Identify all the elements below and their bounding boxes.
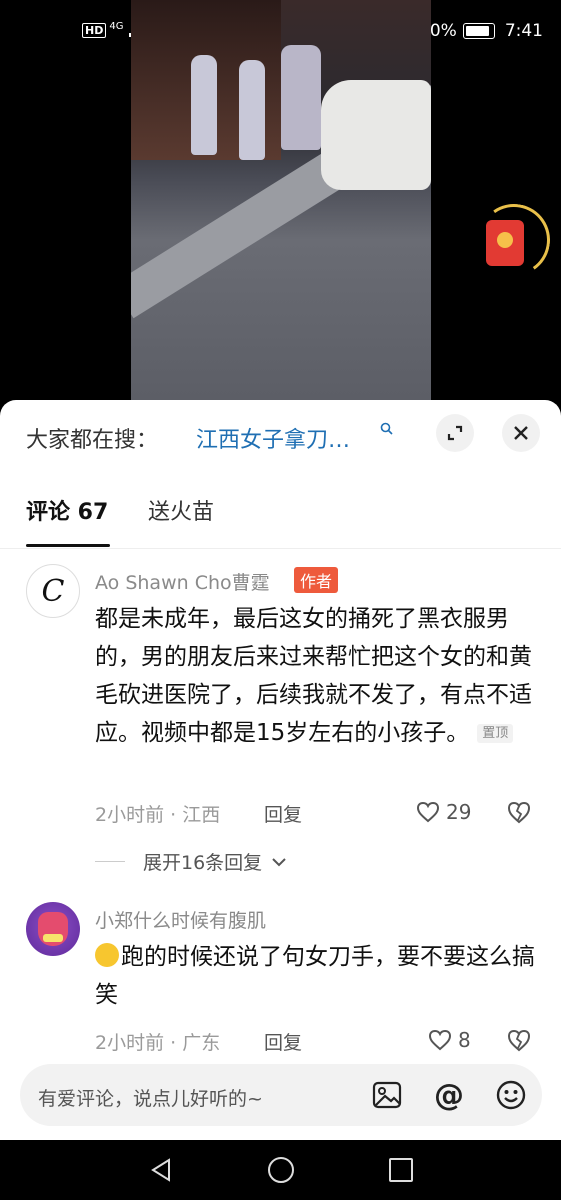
expand-icon xyxy=(447,425,463,441)
video-car xyxy=(321,80,431,190)
search-term-link[interactable]: 江西女子拿刀… xyxy=(196,422,350,454)
comment-username[interactable]: Ao Shawn Cho曹霆 xyxy=(95,568,270,595)
expand-replies-button[interactable]: 展开16条回复 xyxy=(95,848,286,875)
video-person xyxy=(191,55,217,155)
recent-apps-icon[interactable] xyxy=(389,1158,413,1182)
comment-meta: 2小时前 · 广东 xyxy=(95,1032,221,1054)
dislike-icon[interactable] xyxy=(506,1028,532,1052)
close-icon xyxy=(514,426,528,440)
comment-tabs: 评论 67 送火苗 xyxy=(0,482,561,549)
search-prefix-label: 大家都在搜： xyxy=(26,428,159,453)
comment-input-placeholder: 有爱评论，说点儿好听的~ xyxy=(38,1088,263,1110)
expand-button[interactable] xyxy=(436,414,474,452)
search-suggestion-row[interactable]: 大家都在搜： 江西女子拿刀… xyxy=(0,400,561,470)
like-count: 29 xyxy=(446,800,472,824)
reply-button[interactable]: 回复 xyxy=(264,1028,302,1055)
signal-label: 4G xyxy=(109,20,124,32)
like-button[interactable]: 8 xyxy=(428,1028,471,1052)
battery-icon xyxy=(462,23,495,39)
video-player[interactable] xyxy=(131,0,431,400)
comment-username[interactable]: 小郑什么时候有腹肌 xyxy=(95,906,266,933)
pinned-badge: 置顶 xyxy=(477,723,514,743)
home-icon[interactable] xyxy=(268,1157,294,1183)
at-icon[interactable]: @ xyxy=(432,1078,466,1113)
comment-item: C Ao Shawn Cho曹霆 作者 都是未成年，最后这女的捅死了黑衣服男的，… xyxy=(0,560,561,890)
laughing-crying-emoji xyxy=(95,943,119,967)
comment-body: 都是未成年，最后这女的捅死了黑衣服男的，男的朋友后来过来帮忙把这个女的和黄毛砍进… xyxy=(95,606,532,746)
expand-replies-label: 展开16条回复 xyxy=(143,852,263,874)
like-button[interactable]: 29 xyxy=(416,800,471,824)
video-person xyxy=(239,60,265,160)
tab-comments[interactable]: 评论 67 xyxy=(26,494,108,526)
emoji-icon[interactable] xyxy=(494,1078,528,1112)
hd-indicator: HD xyxy=(82,22,107,38)
close-button[interactable] xyxy=(502,414,540,452)
search-mini-icon xyxy=(380,422,394,440)
tab-send-flame[interactable]: 送火苗 xyxy=(148,494,214,526)
comment-input[interactable]: 有爱评论，说点儿好听的~ @ xyxy=(20,1064,542,1126)
avatar[interactable]: C xyxy=(26,564,80,618)
red-packet-coin xyxy=(497,232,513,248)
expand-divider-line xyxy=(95,861,125,862)
active-tab-indicator xyxy=(26,544,110,547)
avatar[interactable] xyxy=(26,902,80,956)
chevron-down-icon xyxy=(272,857,286,866)
image-icon[interactable] xyxy=(370,1078,404,1112)
video-person xyxy=(281,45,321,150)
comment-text: 跑的时候还说了句女刀手，要不要这么搞笑 xyxy=(95,938,535,1014)
author-badge: 作者 xyxy=(294,567,339,593)
comment-input-bar: 有爱评论，说点儿好听的~ @ xyxy=(0,1053,561,1140)
comment-text: 都是未成年，最后这女的捅死了黑衣服男的，男的朋友后来过来帮忙把这个女的和黄毛砍进… xyxy=(95,600,535,753)
comment-sheet: 大家都在搜： 江西女子拿刀… 评论 67 送火苗 C Ao Shawn Cho曹… xyxy=(0,400,561,1140)
battery-level xyxy=(465,26,489,36)
like-count: 8 xyxy=(458,1028,471,1052)
comment-item: 小郑什么时候有腹肌 跑的时候还说了句女刀手，要不要这么搞笑 2小时前 · 广东 … xyxy=(0,900,561,1060)
comment-body: 跑的时候还说了句女刀手，要不要这么搞笑 xyxy=(95,944,535,1008)
comment-meta: 2小时前 · 江西 xyxy=(95,804,221,826)
avatar-mouth xyxy=(43,934,63,942)
heart-icon xyxy=(416,801,440,823)
dislike-icon[interactable] xyxy=(506,800,532,824)
red-packet-icon[interactable] xyxy=(486,220,524,266)
system-nav-bar xyxy=(0,1140,561,1200)
reply-button[interactable]: 回复 xyxy=(264,800,302,827)
heart-icon xyxy=(428,1029,452,1051)
avatar-logo: C xyxy=(41,573,65,609)
clock: 7:41 xyxy=(504,21,543,41)
back-icon[interactable] xyxy=(150,1158,172,1182)
